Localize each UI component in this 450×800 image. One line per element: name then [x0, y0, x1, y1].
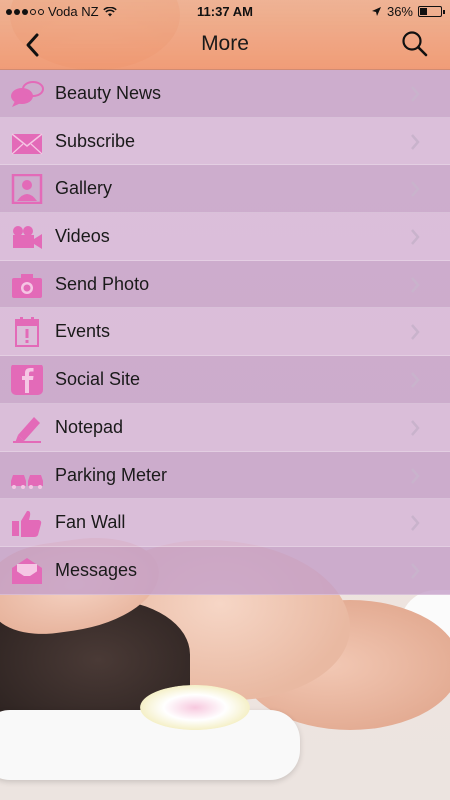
chevron-right-icon [411, 276, 420, 293]
camera-icon [12, 273, 42, 298]
status-bar: Voda NZ 11:37 AM 36% [0, 0, 450, 22]
chat-bubbles-icon [11, 81, 44, 107]
menu-item-send-photo[interactable]: Send Photo [0, 260, 450, 309]
menu-item-beauty-news[interactable]: Beauty News [0, 70, 450, 118]
chevron-right-icon [411, 324, 420, 341]
menu-item-label: Beauty News [55, 83, 162, 103]
menu-item-videos[interactable]: Videos [0, 213, 450, 261]
menu-item-parking-meter[interactable]: Parking Meter [0, 451, 450, 500]
chevron-right-icon [411, 515, 420, 532]
status-right: 36% [371, 4, 445, 19]
chevron-right-icon [411, 372, 420, 388]
location-arrow-icon [371, 7, 381, 16]
menu-item-label: Parking Meter [55, 464, 168, 485]
background-flower [140, 685, 250, 730]
chevron-right-icon [411, 419, 420, 436]
menu-item-fan-wall[interactable]: Fan Wall [0, 499, 450, 547]
header: Voda NZ 11:37 AM 36% More [0, 0, 450, 70]
menu-item-label: Send Photo [55, 273, 150, 294]
menu-item-label: Messages [55, 559, 138, 580]
facebook-icon [11, 365, 43, 396]
cars-icon [11, 474, 43, 489]
menu-item-label: Subscribe [55, 130, 136, 151]
menu-item-messages[interactable]: Messages [0, 546, 450, 595]
chevron-right-icon [411, 563, 420, 579]
menu-item-label: Fan Wall [55, 512, 126, 533]
page-title: More [201, 32, 249, 55]
menu-item-label: Events [55, 321, 111, 342]
search-button[interactable] [400, 29, 430, 59]
portrait-icon [11, 174, 43, 205]
menu-item-subscribe[interactable]: Subscribe [0, 117, 450, 166]
open-envelope-icon [12, 557, 42, 584]
menu-list: Beauty News Subscribe Gallery Videos Sen… [0, 70, 450, 595]
navigation-bar: More [0, 24, 450, 68]
video-camera-icon [13, 226, 42, 250]
envelope-icon [11, 133, 43, 155]
menu-item-label: Social Site [55, 369, 141, 390]
menu-item-events[interactable]: Events [0, 308, 450, 357]
calendar-icon [15, 317, 39, 348]
battery-icon [418, 6, 445, 17]
menu-item-label: Notepad [55, 416, 124, 437]
menu-item-notepad[interactable]: Notepad [0, 403, 450, 452]
menu-item-gallery[interactable]: Gallery [0, 165, 450, 214]
thumbs-up-icon [12, 511, 42, 538]
battery-percent: 36% [386, 4, 413, 19]
chevron-right-icon [411, 467, 420, 484]
menu-item-social-site[interactable]: Social Site [0, 356, 450, 404]
menu-item-label: Videos [55, 226, 110, 247]
chevron-right-icon [411, 229, 420, 245]
chevron-right-icon [411, 86, 420, 102]
chevron-right-icon [411, 181, 420, 198]
menu-item-label: Gallery [55, 178, 113, 199]
pencil-icon [13, 416, 41, 443]
chevron-right-icon [411, 133, 420, 150]
